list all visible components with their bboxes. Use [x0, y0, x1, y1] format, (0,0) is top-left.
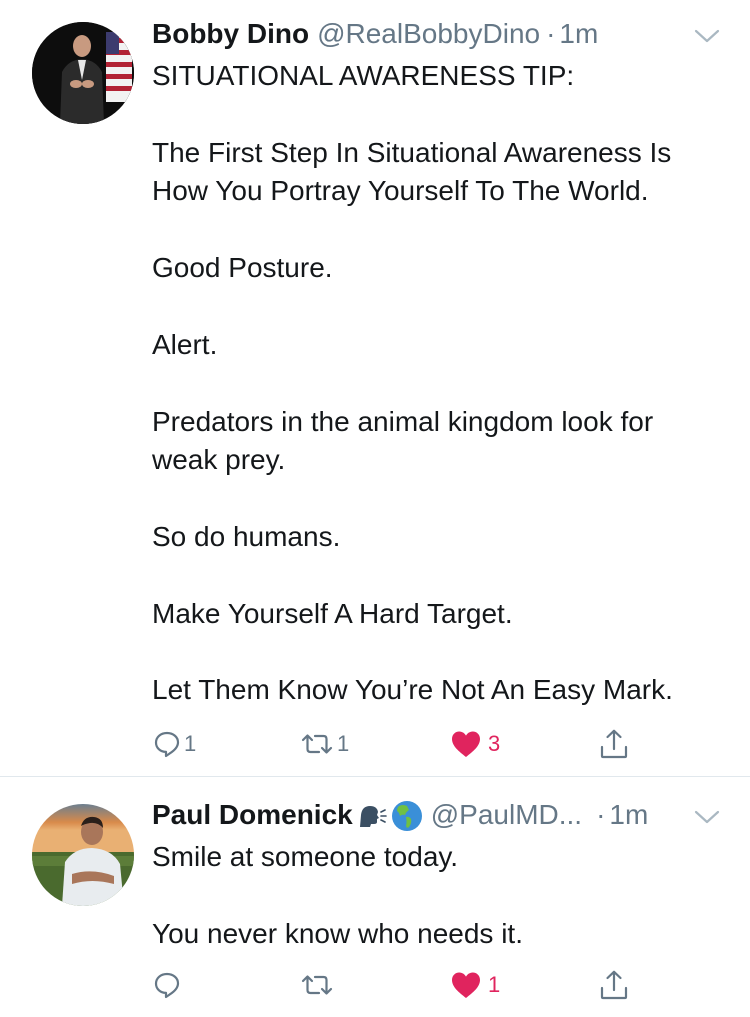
tweet-line: So do humans.: [152, 520, 341, 552]
tweet-text: SITUATIONAL AWARENESS TIP: The First Ste…: [152, 57, 732, 710]
share-button[interactable]: [598, 724, 630, 764]
tweet[interactable]: Paul Domenick @PaulMD... · 1m Smile at s…: [0, 777, 750, 1017]
tweet-line: How You Portray Yourself To The World.: [152, 175, 649, 207]
timestamp[interactable]: 1m: [609, 799, 648, 831]
like-button[interactable]: 3: [450, 724, 500, 764]
tweet-line: Smile at someone today.: [152, 841, 459, 872]
retweet-icon: [301, 734, 333, 754]
share-icon: [600, 729, 628, 759]
reply-icon: [154, 731, 180, 758]
tweet-line: weak prey.: [152, 444, 286, 475]
tweet-line: The First Step In Situational Awareness …: [152, 136, 672, 168]
chevron-down-icon[interactable]: [694, 28, 720, 44]
reply-count: 1: [184, 731, 197, 756]
retweet-count: 1: [337, 731, 350, 756]
profile-photo-man-outdoors: [32, 804, 134, 906]
retweet-button[interactable]: [299, 965, 337, 1005]
heart-icon: [452, 731, 480, 757]
display-name[interactable]: Paul Domenick: [152, 799, 353, 831]
username[interactable]: @RealBobbyDino: [317, 18, 540, 50]
reply-button[interactable]: [152, 965, 184, 1005]
tweet-header: Bobby Dino @RealBobbyDino · 1m: [152, 18, 598, 52]
avatar[interactable]: [32, 804, 134, 906]
profile-photo-speaker-with-flag: [32, 22, 134, 124]
tweet-actions: 1: [152, 965, 652, 1005]
avatar[interactable]: [32, 22, 134, 124]
tweet-header: Paul Domenick @PaulMD... · 1m: [152, 799, 648, 833]
tweet-line: Alert.: [152, 328, 218, 360]
speaking-head-emoji: [357, 803, 387, 829]
tweet-text: Smile at someone today. You never know w…: [152, 838, 732, 953]
like-count: 1: [488, 972, 501, 997]
retweet-button[interactable]: 1: [299, 724, 349, 764]
like-count: 3: [488, 731, 501, 756]
timestamp[interactable]: 1m: [559, 18, 598, 50]
tweet-line: SITUATIONAL AWARENESS TIP:: [152, 60, 575, 91]
username[interactable]: @PaulMD...: [431, 799, 582, 831]
tweet-line: Good Posture.: [152, 252, 333, 283]
reply-icon: [154, 972, 180, 999]
chevron-down-icon[interactable]: [694, 809, 720, 825]
tweet-line: Make Yourself A Hard Target.: [152, 597, 513, 629]
separator: ·: [546, 18, 556, 49]
retweet-icon: [301, 975, 333, 995]
tweet-line: You never know who needs it.: [152, 917, 523, 949]
tweet-actions: 1 1 3: [152, 724, 652, 764]
tweet[interactable]: Bobby Dino @RealBobbyDino · 1m SITUATION…: [0, 0, 750, 776]
reply-button[interactable]: 1: [152, 724, 196, 764]
globe-americas-emoji: [391, 800, 423, 832]
share-button[interactable]: [598, 965, 630, 1005]
share-icon: [600, 970, 628, 1000]
like-button[interactable]: 1: [450, 965, 500, 1005]
display-name[interactable]: Bobby Dino: [152, 18, 309, 50]
separator: ·: [596, 799, 606, 830]
tweet-line: Let Them Know You’re Not An Easy Mark.: [152, 674, 673, 706]
heart-icon: [452, 972, 480, 998]
tweet-line: Predators in the animal kingdom look for: [152, 405, 654, 437]
